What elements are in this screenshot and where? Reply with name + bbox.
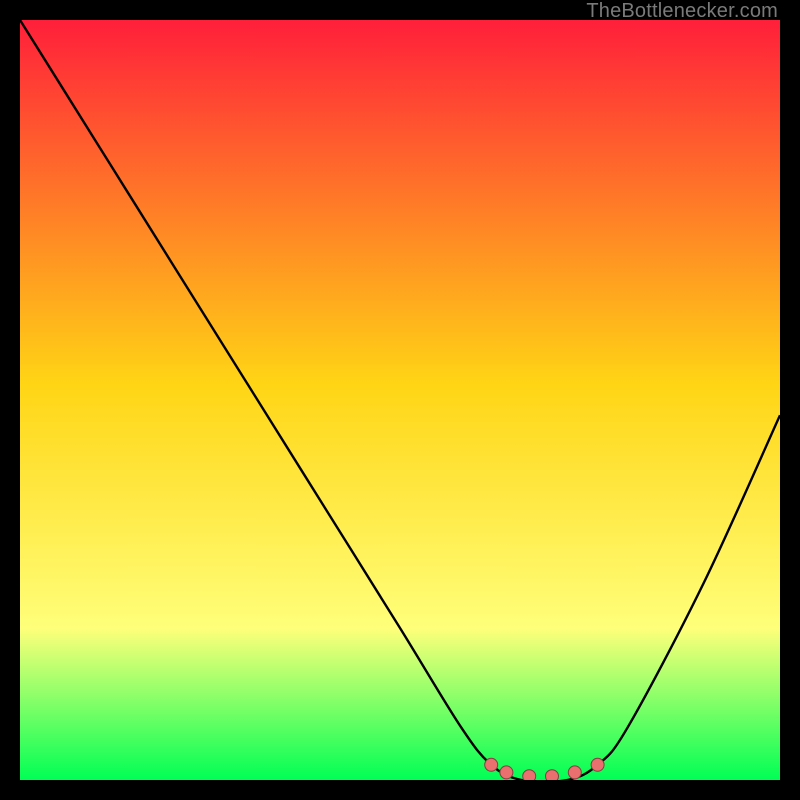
optimal-marker <box>568 766 581 779</box>
plot-area <box>20 20 780 780</box>
optimal-marker <box>485 758 498 771</box>
optimal-marker <box>546 770 559 780</box>
plot-canvas <box>20 20 780 780</box>
optimal-marker <box>500 766 513 779</box>
optimal-marker <box>591 758 604 771</box>
attribution-label: TheBottlenecker.com <box>586 0 778 23</box>
outer-frame: TheBottlenecker.com <box>0 0 800 800</box>
optimal-marker <box>523 770 536 780</box>
gradient-background <box>20 20 780 780</box>
